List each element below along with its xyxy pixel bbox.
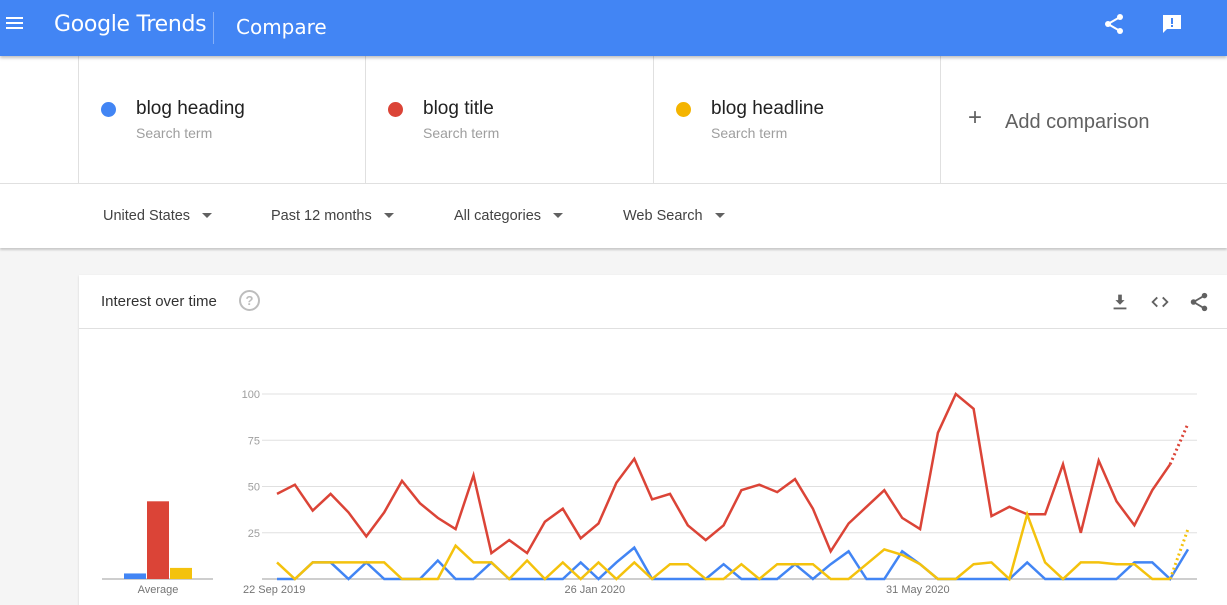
y-tick-label: 50 bbox=[248, 482, 260, 494]
search-term-name: blog headline bbox=[711, 98, 825, 119]
search-terms-bar: blog heading Search term blog title Sear… bbox=[0, 56, 1227, 184]
search-term-type: Search term bbox=[423, 125, 500, 141]
average-bar-blog-heading bbox=[124, 573, 146, 579]
add-comparison-label: Add comparison bbox=[1005, 111, 1150, 133]
series-color-dot bbox=[388, 102, 403, 117]
series-line-blog-heading bbox=[277, 545, 1190, 581]
menu-icon[interactable] bbox=[6, 14, 26, 34]
interest-chart: 25 50 75 100 22 Sep 2019 26 Jan 2020 31 May 20… bbox=[102, 389, 1197, 596]
search-term-2[interactable]: blog title Search term bbox=[365, 56, 653, 184]
x-tick-label: 26 Jan 2020 bbox=[565, 584, 626, 596]
app-logo[interactable]: Google Trends bbox=[54, 12, 207, 37]
x-tick-label: 22 Sep 2019 bbox=[243, 584, 305, 596]
dropdown-label: Past 12 months bbox=[271, 208, 372, 224]
series-partial-blog-title bbox=[1168, 422, 1190, 465]
series-line-blog-title bbox=[276, 391, 1172, 556]
search-term-name: blog title bbox=[423, 98, 494, 119]
series-color-dot bbox=[101, 102, 116, 117]
top-app-bar: Google Trends Compare bbox=[0, 0, 1227, 56]
dropdown-label: Web Search bbox=[623, 208, 703, 224]
average-bar-blog-title bbox=[147, 501, 169, 579]
search-term-3[interactable]: blog headline Search term bbox=[653, 56, 941, 184]
search-term-1[interactable]: blog heading Search term bbox=[78, 56, 366, 184]
region-dropdown[interactable]: United States bbox=[103, 208, 213, 224]
caret-down-icon bbox=[202, 212, 213, 218]
search-type-dropdown[interactable]: Web Search bbox=[623, 208, 725, 224]
share-icon[interactable] bbox=[1102, 12, 1126, 36]
caret-down-icon bbox=[553, 212, 564, 218]
search-term-type: Search term bbox=[711, 125, 788, 141]
add-comparison-button[interactable]: + Add comparison bbox=[940, 56, 1227, 184]
page-title: Compare bbox=[236, 15, 327, 39]
time-range-dropdown[interactable]: Past 12 months bbox=[271, 208, 394, 224]
y-tick-label: 25 bbox=[248, 528, 260, 540]
caret-down-icon bbox=[383, 212, 394, 218]
plus-icon: + bbox=[968, 104, 983, 131]
y-tick-label: 75 bbox=[248, 435, 260, 447]
dropdown-label: All categories bbox=[454, 208, 542, 224]
average-label: Average bbox=[138, 584, 179, 596]
average-bar-blog-headline bbox=[170, 567, 192, 579]
y-tick-label: 100 bbox=[242, 389, 260, 401]
caret-down-icon bbox=[714, 212, 725, 218]
category-dropdown[interactable]: All categories bbox=[454, 208, 564, 224]
feedback-icon[interactable] bbox=[1160, 12, 1184, 36]
interest-over-time-card: Interest over time ? 25 50 75 100 22 Sep 201… bbox=[79, 275, 1227, 605]
search-term-name: blog heading bbox=[136, 98, 245, 119]
search-term-type: Search term bbox=[136, 125, 213, 141]
dropdown-label: United States bbox=[103, 208, 191, 224]
filters-bar: United States Past 12 months All categor… bbox=[0, 184, 1227, 248]
series-color-dot bbox=[676, 102, 691, 117]
logo-divider bbox=[213, 12, 214, 44]
x-tick-label: 31 May 2020 bbox=[886, 584, 950, 596]
